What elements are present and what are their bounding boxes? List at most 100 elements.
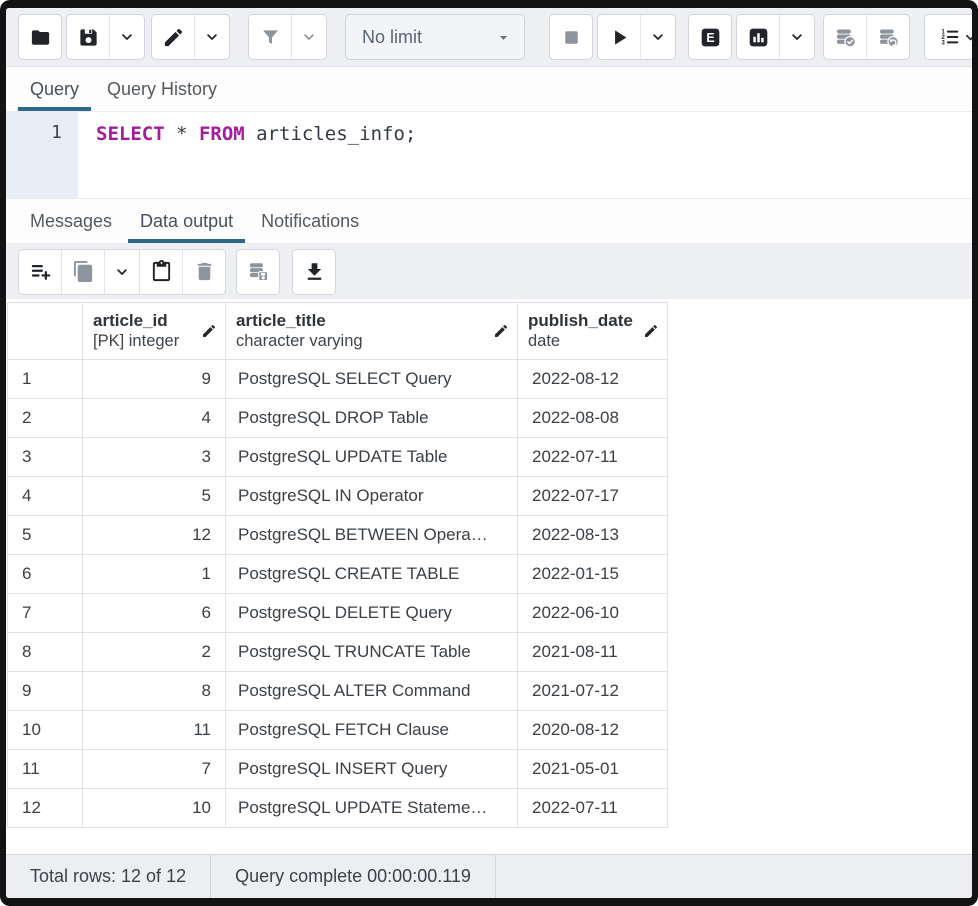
row-number-cell[interactable]: 4: [8, 477, 83, 516]
edit-column-icon[interactable]: [639, 323, 659, 339]
delete-button[interactable]: [182, 250, 225, 294]
file-group: [18, 14, 62, 60]
article-title-cell[interactable]: PostgreSQL ALTER Command: [226, 672, 518, 711]
article-id-cell[interactable]: 12: [83, 516, 226, 555]
publish-date-cell[interactable]: 2021-05-01: [518, 750, 668, 789]
row-number-cell[interactable]: 10: [8, 711, 83, 750]
article-title-cell[interactable]: PostgreSQL BETWEEN Opera…: [226, 516, 518, 555]
status-bar: Total rows: 12 of 12 Query complete 00:0…: [6, 854, 972, 898]
article-id-cell[interactable]: 7: [83, 750, 226, 789]
publish-date-cell[interactable]: 2022-08-12: [518, 360, 668, 399]
explain-analyze-button[interactable]: [737, 15, 779, 59]
save-group: [66, 14, 145, 60]
article-id-cell[interactable]: 11: [83, 711, 226, 750]
publish-date-cell[interactable]: 2020-08-12: [518, 711, 668, 750]
article-title-cell[interactable]: PostgreSQL FETCH Clause: [226, 711, 518, 750]
edit-column-icon[interactable]: [197, 323, 217, 339]
row-number-cell[interactable]: 5: [8, 516, 83, 555]
article-title-cell[interactable]: PostgreSQL DROP Table: [226, 399, 518, 438]
article-title-cell[interactable]: PostgreSQL DELETE Query: [226, 594, 518, 633]
tab-notifications[interactable]: Notifications: [247, 199, 373, 243]
edit-menu-button[interactable]: [194, 15, 229, 59]
explain-icon: E: [699, 26, 722, 49]
publish-date-cell[interactable]: 2021-07-12: [518, 672, 668, 711]
row-limit-value: No limit: [362, 27, 422, 48]
paste-button[interactable]: [139, 250, 182, 294]
chevron-down-icon: [788, 28, 806, 46]
execute-button[interactable]: [598, 15, 640, 59]
publish-date-cell[interactable]: 2022-07-11: [518, 789, 668, 828]
tab-messages[interactable]: Messages: [16, 199, 126, 243]
tab-query[interactable]: Query: [16, 67, 93, 111]
publish-date-cell[interactable]: 2022-08-13: [518, 516, 668, 555]
add-row-button[interactable]: [19, 250, 61, 294]
row-number-cell[interactable]: 9: [8, 672, 83, 711]
publish-date-cell[interactable]: 2022-08-08: [518, 399, 668, 438]
publish-date-cell[interactable]: 2022-06-10: [518, 594, 668, 633]
save-data-changes-button[interactable]: [237, 250, 279, 294]
article-id-cell[interactable]: 10: [83, 789, 226, 828]
article-id-cell[interactable]: 5: [83, 477, 226, 516]
row-number-cell[interactable]: 8: [8, 633, 83, 672]
row-number-cell[interactable]: 2: [8, 399, 83, 438]
article-title-cell[interactable]: PostgreSQL CREATE TABLE: [226, 555, 518, 594]
filter-button[interactable]: [249, 15, 291, 59]
tab-query-history[interactable]: Query History: [93, 67, 231, 111]
column-header-publish-date[interactable]: publish_date date: [518, 303, 668, 360]
article-id-cell[interactable]: 1: [83, 555, 226, 594]
save-data-icon: [247, 260, 270, 283]
column-header-article-id[interactable]: article_id [PK] integer: [83, 303, 226, 360]
column-header-article-title[interactable]: article_title character varying: [226, 303, 518, 360]
download-button[interactable]: [293, 250, 335, 294]
publish-date-cell[interactable]: 2022-01-15: [518, 555, 668, 594]
row-number-cell[interactable]: 11: [8, 750, 83, 789]
row-number-cell[interactable]: 7: [8, 594, 83, 633]
execute-menu-button[interactable]: [640, 15, 675, 59]
explain-menu-button[interactable]: [779, 15, 814, 59]
tab-data-output[interactable]: Data output: [126, 199, 247, 243]
results-grid: article_id [PK] integer: [7, 302, 668, 828]
article-id-cell[interactable]: 9: [83, 360, 226, 399]
sql-code[interactable]: SELECT * FROM articles_info;: [78, 112, 416, 198]
filter-menu-button[interactable]: [291, 15, 326, 59]
publish-date-cell[interactable]: 2022-07-11: [518, 438, 668, 477]
article-id-cell[interactable]: 8: [83, 672, 226, 711]
article-title-cell[interactable]: PostgreSQL SELECT Query: [226, 360, 518, 399]
row-number-cell[interactable]: 3: [8, 438, 83, 477]
article-id-cell[interactable]: 3: [83, 438, 226, 477]
save-button[interactable]: [67, 15, 109, 59]
output-tabbar: Messages Data output Notifications: [6, 198, 972, 244]
article-id-cell[interactable]: 2: [83, 633, 226, 672]
explain-button[interactable]: E: [689, 15, 731, 59]
article-title-cell[interactable]: PostgreSQL TRUNCATE Table: [226, 633, 518, 672]
open-file-button[interactable]: [19, 15, 61, 59]
edit-column-icon[interactable]: [489, 323, 509, 339]
rollback-button[interactable]: [866, 15, 909, 59]
edit-button[interactable]: [152, 15, 194, 59]
row-limit-select[interactable]: No limit: [345, 14, 525, 60]
select-all-corner[interactable]: [8, 303, 83, 360]
publish-date-cell[interactable]: 2022-07-17: [518, 477, 668, 516]
table-row: 512PostgreSQL BETWEEN Opera…2022-08-13: [8, 516, 668, 555]
article-id-cell[interactable]: 6: [83, 594, 226, 633]
article-title-cell[interactable]: PostgreSQL UPDATE Stateme…: [226, 789, 518, 828]
stop-icon: [560, 26, 583, 49]
copy-menu-button[interactable]: [104, 250, 139, 294]
row-number-cell[interactable]: 1: [8, 360, 83, 399]
macros-button[interactable]: 123: [925, 15, 972, 59]
publish-date-cell[interactable]: 2021-08-11: [518, 633, 668, 672]
save-menu-button[interactable]: [109, 15, 144, 59]
filter-icon: [259, 26, 282, 49]
article-id-cell[interactable]: 4: [83, 399, 226, 438]
commit-button[interactable]: [824, 15, 866, 59]
article-title-cell[interactable]: PostgreSQL INSERT Query: [226, 750, 518, 789]
article-title-cell[interactable]: PostgreSQL IN Operator: [226, 477, 518, 516]
row-number-cell[interactable]: 6: [8, 555, 83, 594]
tab-label: Messages: [30, 211, 112, 232]
article-title-cell[interactable]: PostgreSQL UPDATE Table: [226, 438, 518, 477]
sql-editor[interactable]: 1 SELECT * FROM articles_info;: [6, 112, 972, 198]
copy-button[interactable]: [61, 250, 104, 294]
row-number-cell[interactable]: 12: [8, 789, 83, 828]
column-type: [PK] integer: [93, 331, 179, 352]
stop-button[interactable]: [550, 15, 592, 59]
